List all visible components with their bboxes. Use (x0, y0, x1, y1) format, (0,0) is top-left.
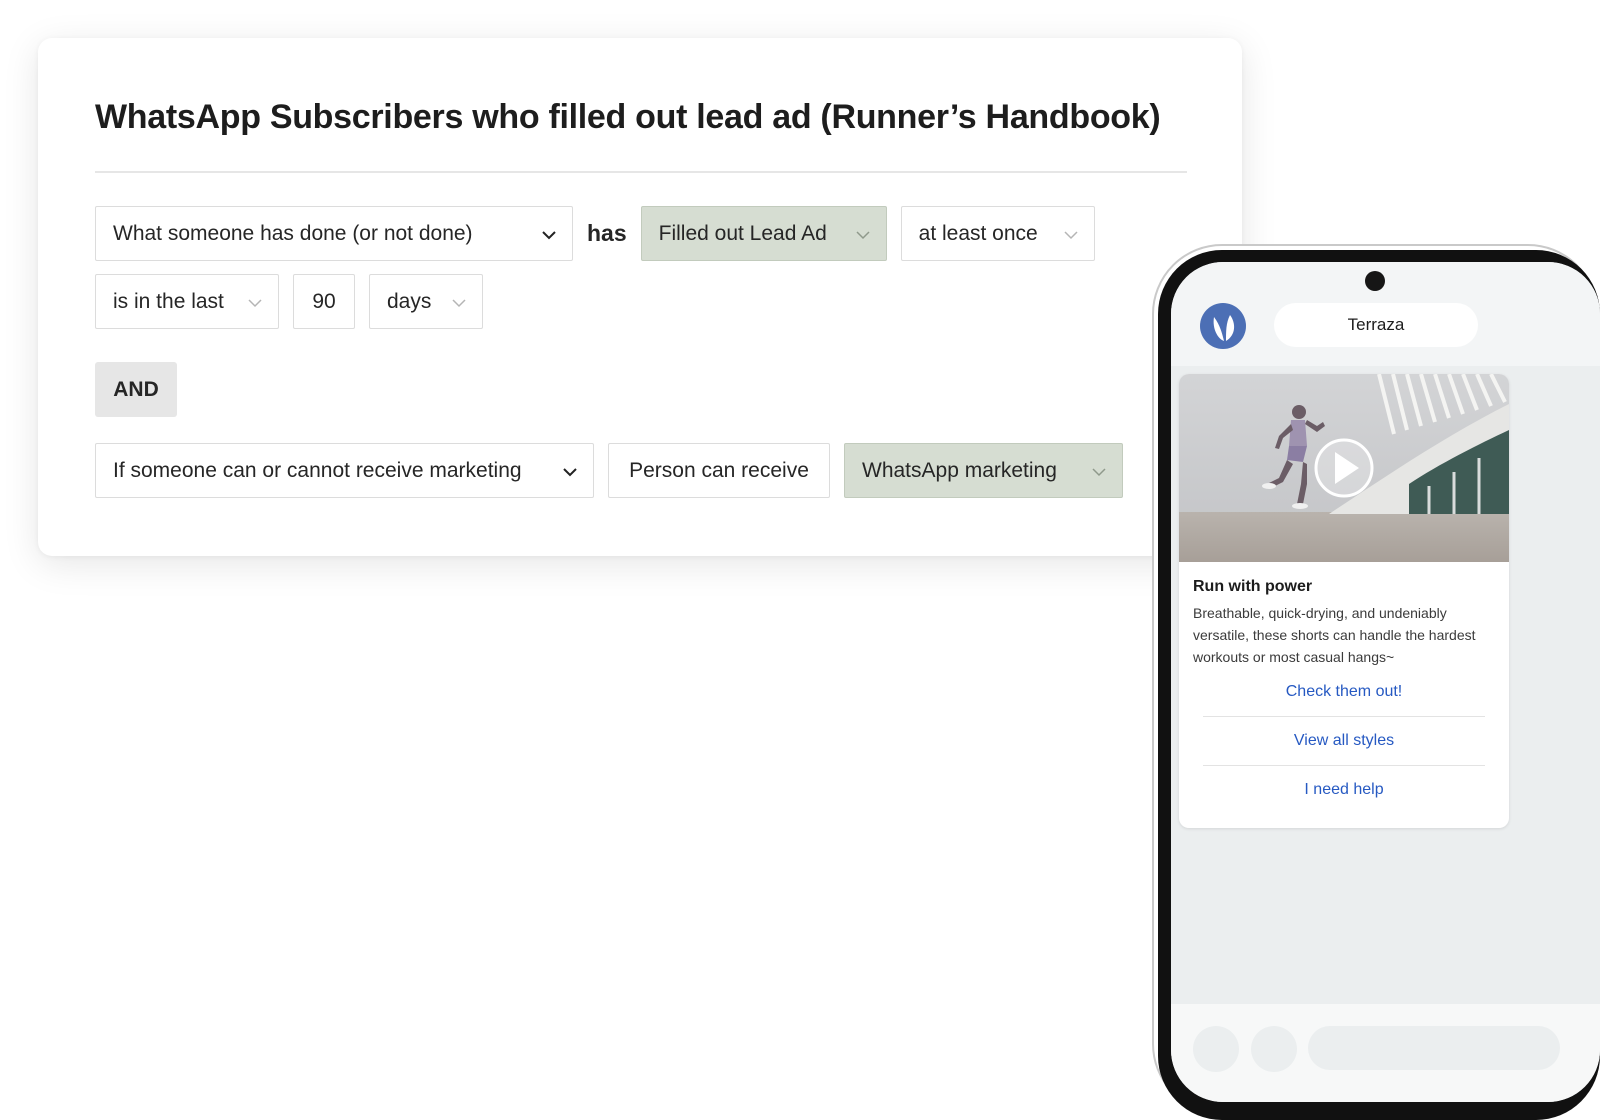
composer-action-button[interactable] (1251, 1026, 1297, 1072)
view-all-styles-button[interactable]: View all styles (1179, 732, 1509, 750)
event-value: Filled out Lead Ad (658, 221, 827, 245)
need-help-button[interactable]: I need help (1179, 781, 1509, 799)
message-divider (1203, 716, 1485, 717)
frequency-value: at least once (918, 221, 1038, 245)
channel-select[interactable]: WhatsApp marketing (844, 443, 1123, 498)
has-connector: has (587, 220, 627, 246)
and-operator-button[interactable]: AND (95, 362, 177, 417)
segment-title: WhatsApp Subscribers who filled out lead… (95, 98, 1161, 136)
chevron-down-icon (247, 295, 262, 309)
message-input-placeholder[interactable] (1308, 1026, 1560, 1070)
marketing-condition-select[interactable]: If someone can or cannot receive marketi… (95, 443, 594, 498)
segment-card: WhatsApp Subscribers who filled out lead… (38, 38, 1242, 556)
event-select[interactable]: Filled out Lead Ad (640, 206, 887, 261)
composer-action-button[interactable] (1193, 1026, 1239, 1072)
amount-value: 90 (312, 289, 336, 313)
message-body: Breathable, quick-drying, and undeniably… (1193, 605, 1476, 665)
condition-1-row-2: is in the last 90 days (95, 274, 497, 329)
unit-select[interactable]: days (369, 274, 483, 329)
message-title: Run with power (1193, 578, 1313, 595)
brand-logo-icon (1200, 303, 1246, 349)
marketing-condition-value: If someone can or cannot receive marketi… (113, 458, 522, 482)
operator-row: AND (95, 362, 177, 417)
check-them-out-button[interactable]: Check them out! (1179, 683, 1509, 701)
time-range-value: is in the last (113, 289, 224, 313)
camera-dot (1365, 271, 1385, 291)
message-card: Run with power Breathable, quick-drying,… (1179, 374, 1509, 828)
receive-status-field[interactable]: Person can receive (608, 443, 830, 498)
receive-status-value: Person can receive (629, 458, 809, 482)
condition-2-row: If someone can or cannot receive marketi… (95, 443, 1137, 498)
frequency-select[interactable]: at least once (900, 206, 1095, 261)
unit-value: days (387, 289, 432, 313)
message-divider (1203, 765, 1485, 766)
condition-1-row-1: What someone has done (or not done) has … (95, 206, 1109, 261)
title-divider (95, 171, 1187, 173)
amount-input[interactable]: 90 (293, 274, 355, 329)
channel-value: WhatsApp marketing (862, 458, 1057, 482)
time-range-select[interactable]: is in the last (95, 274, 279, 329)
chevron-down-icon (541, 227, 556, 241)
play-icon (1314, 438, 1374, 498)
chevron-down-icon (855, 227, 870, 241)
chevron-down-icon (1063, 227, 1078, 241)
chevron-down-icon (1091, 464, 1106, 478)
chevron-down-icon (451, 295, 466, 309)
brand-name[interactable]: Terraza (1274, 303, 1478, 347)
condition-type-value: What someone has done (or not done) (113, 221, 473, 245)
condition-type-select[interactable]: What someone has done (or not done) (95, 206, 573, 261)
chevron-down-icon (562, 464, 577, 478)
message-image[interactable] (1179, 374, 1509, 562)
